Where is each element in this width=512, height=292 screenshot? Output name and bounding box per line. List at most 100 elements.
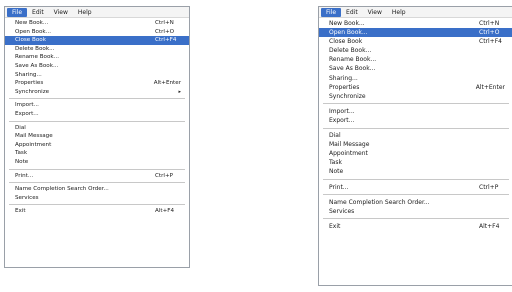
menu-item-delete-book[interactable]: Delete Book... <box>319 46 512 55</box>
menu-item-services[interactable]: Services <box>319 207 512 216</box>
menu-item-new-book[interactable]: New Book... Ctrl+N <box>5 19 189 28</box>
menu-item-print[interactable]: Print... Ctrl+P <box>5 172 189 181</box>
menu-item-task[interactable]: Task <box>5 149 189 158</box>
menu-item-dial[interactable]: Dial <box>319 131 512 140</box>
menu-help[interactable]: Help <box>387 8 411 17</box>
menu-item-dial[interactable]: Dial <box>5 124 189 133</box>
menu-item-exit[interactable]: Exit Alt+F4 <box>5 207 189 216</box>
submenu-arrow-icon: ▸ <box>178 88 181 95</box>
menu-view[interactable]: View <box>363 8 387 17</box>
menu-item-label: Properties <box>15 80 44 87</box>
menu-file[interactable]: File <box>7 7 28 17</box>
menu-item-label: Exit <box>329 222 341 230</box>
menu-item-label: Services <box>15 194 39 201</box>
menu-item-open-book[interactable]: Open Book... Ctrl+O <box>319 28 512 38</box>
menu-separator <box>323 127 509 129</box>
menu-item-label: Export... <box>15 110 39 117</box>
menu-separator <box>323 194 509 196</box>
menu-item-label: Dial <box>15 124 26 131</box>
menu-item-open-book[interactable]: Open Book... Ctrl+O <box>5 28 189 37</box>
menu-item-label: Rename Book... <box>329 56 377 64</box>
menu-item-appointment[interactable]: Appointment <box>319 149 512 158</box>
menu-item-task[interactable]: Task <box>319 158 512 167</box>
menu-separator <box>9 182 185 184</box>
menu-item-mail-message[interactable]: Mail Message <box>319 140 512 149</box>
menu-separator <box>9 98 185 100</box>
menu-item-import[interactable]: Import... <box>5 101 189 110</box>
menu-item-label: Task <box>329 159 342 167</box>
menu-item-label: Note <box>329 168 344 176</box>
menu-item-shortcut: Ctrl+N <box>479 20 500 27</box>
menu-file[interactable]: File <box>321 7 342 17</box>
menu-item-label: Save As Book... <box>329 65 376 73</box>
menu-item-save-as-book[interactable]: Save As Book... <box>5 62 189 71</box>
menu-separator <box>323 218 509 220</box>
menu-item-shortcut: Alt+F4 <box>155 208 175 215</box>
menu-item-label: Task <box>15 150 28 157</box>
menu-item-label: Open Book... <box>329 29 368 37</box>
menu-item-label: Name Completion Search Order... <box>329 198 430 206</box>
menu-bar: File Edit View Help <box>319 7 512 18</box>
menu-item-synchronize[interactable]: Synchronize <box>319 92 512 101</box>
menu-item-label: Appointment <box>15 141 52 148</box>
menu-item-label: Synchronize <box>329 92 366 100</box>
menu-item-name-completion-search-order[interactable]: Name Completion Search Order... <box>319 198 512 207</box>
menu-item-label: Sharing... <box>329 74 358 82</box>
menu-item-label: Export... <box>329 116 355 124</box>
menu-item-save-as-book[interactable]: Save As Book... <box>319 64 512 73</box>
menu-item-import[interactable]: Import... <box>319 107 512 116</box>
file-menu-screenshot-right: File Edit View Help New Book... Ctrl+N Op… <box>318 6 512 286</box>
menu-item-label: Delete Book... <box>15 45 55 52</box>
menu-bar: File Edit View Help <box>5 7 189 18</box>
menu-help[interactable]: Help <box>73 8 97 17</box>
menu-item-label: New Book... <box>15 20 49 26</box>
menu-view[interactable]: View <box>49 8 73 17</box>
menu-item-label: Exit <box>15 208 26 215</box>
menu-item-label: Mail Message <box>15 133 53 140</box>
menu-item-delete-book[interactable]: Delete Book... <box>5 45 189 54</box>
menu-item-label: Save As Book... <box>15 62 59 69</box>
menu-item-label: Close Book <box>329 38 363 46</box>
menu-item-properties[interactable]: Properties Alt+Enter <box>319 83 512 92</box>
file-menu-screenshot-left: File Edit View Help New Book... Ctrl+N Op… <box>4 6 190 268</box>
menu-item-label: Sharing... <box>15 71 42 78</box>
menu-separator <box>9 204 185 206</box>
menu-item-rename-book[interactable]: Rename Book... <box>319 55 512 64</box>
menu-item-services[interactable]: Services <box>5 194 189 203</box>
menu-edit[interactable]: Edit <box>341 8 363 17</box>
menu-item-appointment[interactable]: Appointment <box>5 141 189 150</box>
menu-item-shortcut: Ctrl+O <box>155 28 175 35</box>
menu-item-name-completion-search-order[interactable]: Name Completion Search Order... <box>5 185 189 194</box>
menu-item-label: Name Completion Search Order... <box>15 186 109 193</box>
menu-item-mail-message[interactable]: Mail Message <box>5 132 189 141</box>
menu-item-shortcut: Alt+F4 <box>479 222 500 230</box>
menu-item-export[interactable]: Export... <box>5 110 189 119</box>
menu-item-print[interactable]: Print... Ctrl+P <box>319 183 512 192</box>
menu-item-new-book[interactable]: New Book... Ctrl+N <box>319 19 512 28</box>
menu-item-label: Mail Message <box>329 141 370 149</box>
menu-item-label: Synchronize <box>15 88 50 95</box>
menu-item-note[interactable]: Note <box>319 167 512 176</box>
menu-item-close-book[interactable]: Close Book Ctrl+F4 <box>5 36 189 45</box>
file-menu-dropdown: New Book... Ctrl+N Open Book... Ctrl+O Clo… <box>319 19 512 231</box>
menu-item-properties[interactable]: Properties Alt+Enter <box>5 79 189 88</box>
menu-item-label: Dial <box>329 132 341 140</box>
menu-edit[interactable]: Edit <box>27 8 49 17</box>
menu-item-sharing[interactable]: Sharing... <box>5 71 189 80</box>
menu-item-exit[interactable]: Exit Alt+F4 <box>319 222 512 231</box>
menu-item-rename-book[interactable]: Rename Book... <box>5 53 189 62</box>
menu-item-label: Properties <box>329 83 360 91</box>
menu-item-note[interactable]: Note <box>5 158 189 167</box>
menu-separator <box>9 168 185 170</box>
menu-item-shortcut: Alt+Enter <box>153 80 181 87</box>
menu-item-label: Print... <box>329 183 349 191</box>
menu-item-sharing[interactable]: Sharing... <box>319 74 512 83</box>
menu-item-synchronize[interactable]: Synchronize ▸ <box>5 88 189 97</box>
menu-item-shortcut: Ctrl+F4 <box>479 38 502 46</box>
menu-item-close-book[interactable]: Close Book Ctrl+F4 <box>319 37 512 46</box>
menu-item-export[interactable]: Export... <box>319 116 512 125</box>
menu-separator <box>323 103 509 105</box>
menu-item-shortcut: Ctrl+O <box>479 29 500 37</box>
menu-item-label: Note <box>15 158 29 165</box>
menu-item-label: Appointment <box>329 150 368 158</box>
